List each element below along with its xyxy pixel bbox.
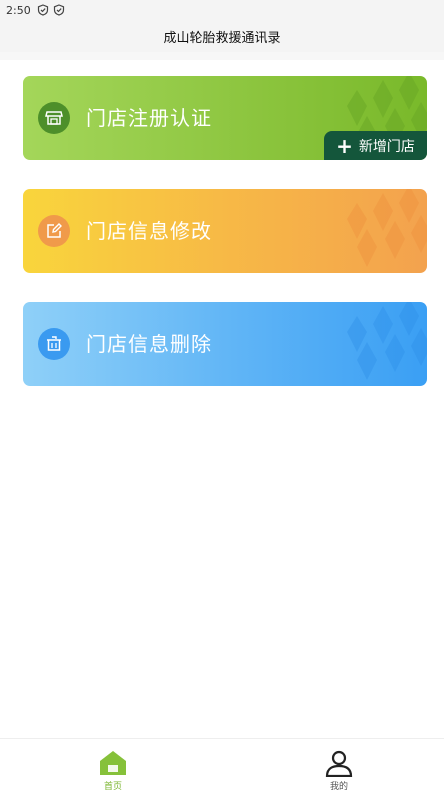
card-label: 门店信息修改 bbox=[86, 219, 212, 243]
trash-icon bbox=[38, 328, 70, 360]
shield-icon bbox=[37, 4, 48, 16]
card-label: 门店信息删除 bbox=[86, 332, 212, 356]
store-icon bbox=[38, 102, 70, 134]
header-divider bbox=[0, 52, 444, 60]
tab-home[interactable]: 首页 bbox=[73, 739, 153, 801]
page-title: 成山轮胎救援通讯录 bbox=[163, 30, 281, 46]
store-edit-card[interactable]: 门店信息修改 bbox=[23, 189, 427, 273]
tab-me-label: 我的 bbox=[329, 781, 348, 792]
store-delete-card[interactable]: 门店信息删除 bbox=[23, 302, 427, 386]
tab-home-label: 首页 bbox=[103, 781, 122, 792]
add-store-label: 新增门店 bbox=[358, 138, 415, 155]
status-bar: 2:50 bbox=[0, 0, 444, 20]
leaf-pattern-decoration bbox=[347, 302, 427, 380]
user-icon bbox=[325, 750, 353, 777]
store-register-card[interactable]: 门店注册认证 + 新增门店 bbox=[23, 76, 427, 160]
plus-icon: + bbox=[336, 133, 353, 158]
leaf-pattern-decoration bbox=[347, 189, 427, 267]
tab-me[interactable]: 我的 bbox=[299, 739, 379, 801]
app-title-bar: 成山轮胎救援通讯录 bbox=[0, 20, 444, 52]
edit-icon bbox=[38, 215, 70, 247]
status-time: 2:50 bbox=[6, 3, 31, 17]
bottom-tab-bar: 首页 我的 bbox=[0, 738, 444, 800]
add-store-button[interactable]: + 新增门店 bbox=[324, 131, 427, 160]
home-icon bbox=[100, 750, 126, 775]
card-label: 门店注册认证 bbox=[86, 106, 212, 130]
shield-icon bbox=[53, 4, 64, 16]
